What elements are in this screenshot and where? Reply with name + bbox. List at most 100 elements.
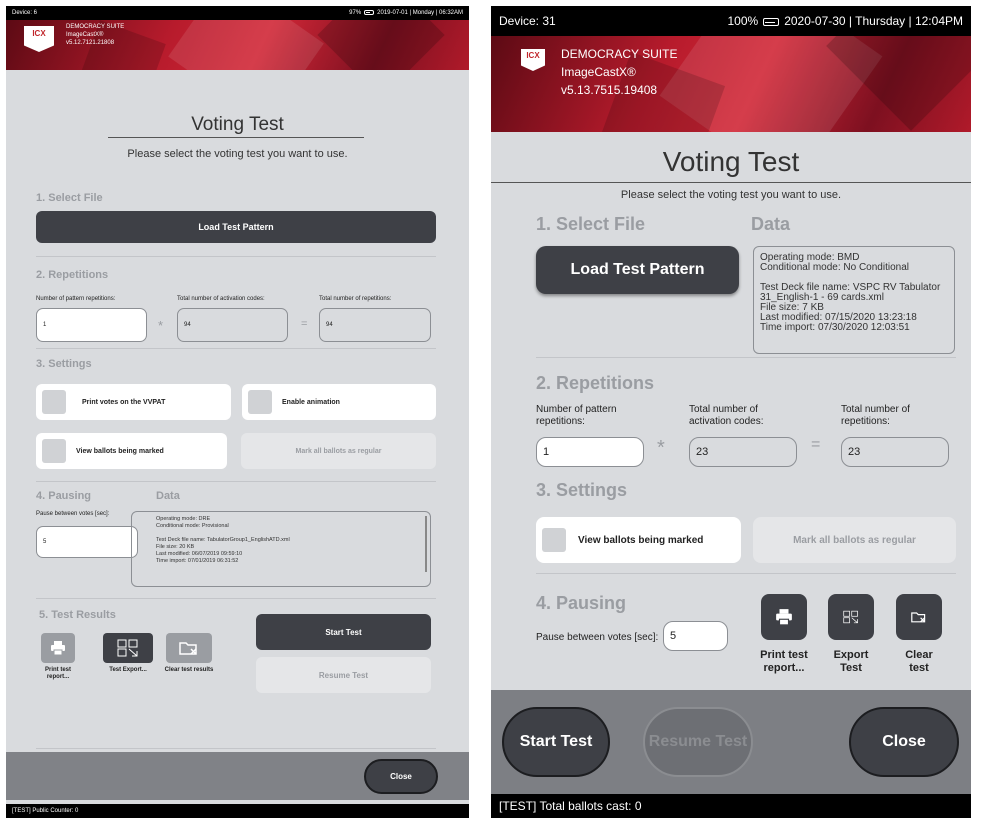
section-settings: 3. Settings (536, 480, 628, 500)
view-ballots-label: View ballots being marked (76, 447, 164, 455)
times-sign: * (158, 318, 164, 333)
divider (536, 357, 956, 358)
header-banner: ICX DEMOCRACY SUITE ImageCastX® v5.12.71… (6, 20, 469, 70)
start-test-button[interactable]: Start Test (502, 707, 610, 777)
battery-percent: 97% (349, 10, 362, 17)
pause-label: Pause between votes [sec]: (36, 511, 110, 517)
equals-sign: = (811, 436, 821, 453)
divider (36, 256, 436, 257)
scrollbar[interactable] (425, 516, 427, 572)
load-test-pattern-button[interactable]: Load Test Pattern (536, 246, 739, 294)
times-sign: * (657, 437, 665, 459)
header-banner: ICX DEMOCRACY SUITE ImageCastX® v5.13.75… (491, 36, 971, 132)
left-tablet-screen: Device: 6 97% 2019-07-01 | Monday | 06:32… (6, 6, 469, 818)
mark-all-regular-toggle[interactable]: Mark all ballots as regular (753, 517, 956, 563)
activation-codes-label: Total number of activation codes: (177, 296, 265, 302)
page-title: Voting Test (662, 146, 800, 177)
banner-text: DEMOCRACY SUITE ImageCastX® v5.12.7121.2… (66, 23, 124, 47)
section-settings: 3. Settings (36, 358, 92, 370)
folder-clear-icon (179, 642, 197, 655)
pattern-repetitions-label: Number of pattern repetitions: (36, 296, 116, 302)
activation-codes-field: 94 (177, 308, 288, 342)
clear-results-label: Clear test results (164, 667, 214, 673)
banner-version: v5.12.7121.21808 (66, 40, 115, 46)
clear-test-label: Clear test (905, 649, 933, 674)
export-test-label: Export Test (833, 649, 869, 674)
close-button[interactable]: Close (849, 707, 959, 777)
activation-codes-field: 23 (689, 437, 797, 467)
start-test-button[interactable]: Start Test (256, 614, 431, 650)
checkbox-icon (248, 390, 272, 414)
print-report-button[interactable] (41, 633, 75, 663)
clear-test-button[interactable] (896, 594, 942, 640)
enable-animation-toggle[interactable]: Enable animation (242, 384, 436, 420)
checkbox-icon (42, 439, 66, 463)
icx-logo: ICX (24, 26, 54, 52)
activation-codes-label: Total number of activation codes: (689, 404, 764, 427)
section-select-file: 1. Select File (536, 214, 646, 234)
clear-results-button[interactable] (166, 633, 212, 663)
enable-animation-label: Enable animation (282, 398, 340, 406)
pause-label: Pause between votes [sec]: (536, 632, 659, 643)
title-underline (108, 137, 364, 138)
resume-test-button[interactable]: Resume Test (643, 707, 753, 777)
bottom-action-bar: Start Test Resume Test Close (491, 690, 971, 796)
page-subtitle: Please select the voting test you want t… (127, 148, 348, 160)
print-votes-vvpat-toggle[interactable]: Print votes on the VVPAT (36, 384, 231, 420)
view-ballots-label: View ballots being marked (578, 534, 704, 546)
total-repetitions-label: Total number of repetitions: (841, 404, 910, 427)
pause-seconds-input[interactable]: 5 (663, 621, 728, 651)
banner-version: v5.13.7515.19408 (561, 83, 658, 97)
divider (536, 573, 956, 574)
banner-text: DEMOCRACY SUITE ImageCastX® v5.13.7515.1… (561, 45, 677, 99)
total-repetitions-field: 94 (319, 308, 431, 342)
right-tablet-screen: Device: 31 100% 2020-07-30 | Thursday | 1… (491, 6, 971, 818)
device-label: Device: 31 (499, 14, 556, 28)
status-right: 97% 2019-07-01 | Monday | 06:32AM (349, 9, 463, 17)
datetime: 2019-07-01 | Monday | 06:32AM (377, 10, 463, 17)
folder-clear-icon (911, 612, 926, 623)
print-votes-label: Print votes on the VVPAT (82, 398, 166, 406)
pause-seconds-input[interactable]: 5 (36, 526, 138, 558)
section-test-results: 5. Test Results (39, 609, 116, 621)
footer-counter: [TEST] Public Counter: 0 (6, 804, 469, 818)
test-export-button[interactable] (103, 633, 153, 663)
divider (36, 598, 436, 599)
icx-logo: ICX (521, 49, 545, 71)
divider (36, 481, 436, 482)
banner-product: ImageCastX® (561, 65, 636, 79)
total-repetitions-field: 23 (841, 437, 949, 467)
total-repetitions-label: Total number of repetitions: (319, 296, 392, 302)
view-ballots-toggle[interactable]: View ballots being marked (536, 517, 741, 563)
print-report-label: Print test report... (760, 649, 808, 674)
banner-product: ImageCastX® (66, 32, 104, 38)
section-repetitions: 2. Repetitions (536, 373, 655, 393)
data-heading: Data (156, 490, 180, 502)
battery-percent: 100% (727, 14, 759, 28)
section-pausing: 4. Pausing (36, 490, 92, 502)
export-icon (843, 610, 858, 624)
load-test-pattern-button[interactable]: Load Test Pattern (36, 211, 436, 243)
banner-suite: DEMOCRACY SUITE (561, 47, 678, 61)
bottom-action-bar: Close (6, 752, 469, 800)
data-info-box: Operating mode: DRE Conditional mode: Pr… (131, 511, 431, 587)
printer-icon (776, 609, 792, 625)
pattern-repetitions-input[interactable]: 1 (36, 308, 147, 342)
print-report-button[interactable] (761, 594, 807, 640)
equals-sign: = (301, 318, 308, 330)
view-ballots-toggle[interactable]: View ballots being marked (36, 433, 227, 469)
resume-test-button[interactable]: Resume Test (256, 657, 431, 693)
battery-icon (364, 9, 375, 15)
device-label: Device: 6 (12, 10, 38, 16)
status-bar: Device: 6 97% 2019-07-01 | Monday | 06:32… (6, 6, 469, 20)
datetime: 2020-07-30 | Thursday | 12:04PM (784, 14, 963, 28)
divider (36, 748, 436, 749)
test-export-label: Test Export... (109, 667, 147, 673)
pattern-repetitions-input[interactable]: 1 (536, 437, 644, 467)
close-button[interactable]: Close (364, 759, 438, 794)
export-test-button[interactable] (828, 594, 874, 640)
page-title: Voting Test (191, 114, 284, 135)
section-pausing: 4. Pausing (536, 593, 627, 613)
mark-all-regular-toggle[interactable]: Mark all ballots as regular (241, 433, 436, 469)
checkbox-icon (542, 528, 566, 552)
